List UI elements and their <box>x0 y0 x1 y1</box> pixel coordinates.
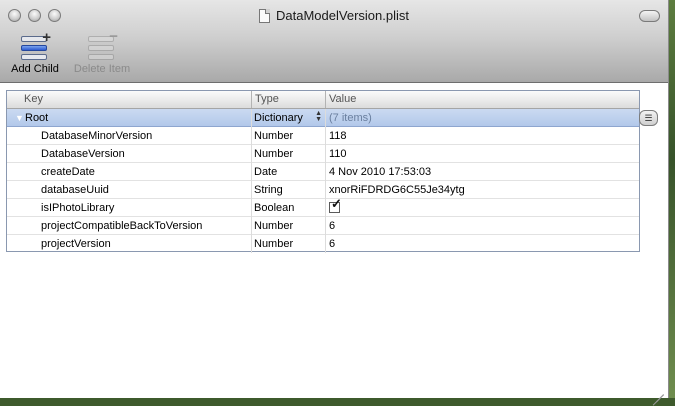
column-header-key[interactable]: Key <box>7 91 251 108</box>
table-row[interactable]: createDate Date 4 Nov 2010 17:53:03 <box>7 163 639 181</box>
row-type[interactable]: Date <box>251 163 325 181</box>
row-key[interactable]: projectVersion <box>7 235 251 253</box>
table-row[interactable]: projectCompatibleBackToVersion Number 6 <box>7 217 639 235</box>
row-type[interactable]: String <box>251 181 325 199</box>
boolean-checkbox[interactable]: ✓ <box>329 199 342 213</box>
add-child-button[interactable]: + Add Child <box>7 30 63 75</box>
up-down-stepper-icon: ▲ ▼ <box>315 110 322 123</box>
resize-grip-icon[interactable] <box>652 383 664 406</box>
toolbar-toggle-button[interactable] <box>639 10 660 22</box>
table-row[interactable]: isIPhotoLibrary Boolean ✓ <box>7 199 639 217</box>
plist-editor-window: DataModelVersion.plist + Add Child − Del… <box>0 0 669 406</box>
row-type[interactable]: Number <box>251 217 325 235</box>
window-title: DataModelVersion.plist <box>0 8 668 23</box>
row-type[interactable]: Number <box>251 127 325 145</box>
toolbar: DataModelVersion.plist + Add Child − Del… <box>0 0 668 83</box>
disclosure-triangle-down-icon[interactable]: ▼ <box>15 112 24 124</box>
row-key[interactable]: databaseUuid <box>7 181 251 199</box>
table-header: Key Type Value <box>7 91 639 109</box>
window-title-text: DataModelVersion.plist <box>276 8 409 23</box>
add-child-label: Add Child <box>11 63 59 75</box>
column-header-type[interactable]: Type <box>251 91 325 108</box>
checkmark-icon: ✓ <box>331 199 342 211</box>
row-type[interactable]: Boolean <box>251 199 325 217</box>
row-key[interactable]: DatabaseVersion <box>7 145 251 163</box>
delete-item-icon: − <box>88 29 118 60</box>
table-row[interactable]: DatabaseMinorVersion Number 118 <box>7 127 639 145</box>
row-value[interactable]: 110 <box>325 145 639 163</box>
row-value[interactable]: (7 items) <box>325 109 639 127</box>
row-type: Dictionary <box>254 112 303 124</box>
table-row-root[interactable]: ▼ Root Dictionary ▲ ▼ (7 items) <box>7 109 639 127</box>
row-key[interactable]: createDate <box>7 163 251 181</box>
row-value[interactable]: 118 <box>325 127 639 145</box>
row-value[interactable]: 6 <box>325 217 639 235</box>
table-row[interactable]: DatabaseVersion Number 110 <box>7 145 639 163</box>
row-type[interactable]: Number <box>251 235 325 253</box>
row-value: ✓ <box>325 199 639 217</box>
row-key[interactable]: isIPhotoLibrary <box>7 199 251 217</box>
row-key[interactable]: DatabaseMinorVersion <box>7 127 251 145</box>
column-header-value[interactable]: Value <box>325 91 639 108</box>
delete-item-button[interactable]: − Delete Item <box>70 29 134 75</box>
row-value[interactable]: 4 Nov 2010 17:53:03 <box>325 163 639 181</box>
plist-table: Key Type Value ▼ Root Dictionary ▲ ▼ (7 i… <box>6 90 640 253</box>
delete-item-label: Delete Item <box>73 63 131 75</box>
row-action-menu-icon[interactable]: ☰ <box>639 110 658 126</box>
document-icon <box>259 8 271 23</box>
row-type[interactable]: Number <box>251 145 325 163</box>
type-popup[interactable]: Dictionary ▲ ▼ <box>251 109 325 127</box>
table-row[interactable]: projectVersion Number 6 <box>7 235 639 253</box>
row-key: Root <box>25 112 49 124</box>
add-child-icon: + <box>21 30 51 60</box>
row-value[interactable]: 6 <box>325 235 639 253</box>
row-value[interactable]: xnorRiFDRDG6C55Je34ytg <box>325 181 639 199</box>
table-row[interactable]: databaseUuid String xnorRiFDRDG6C55Je34y… <box>7 181 639 199</box>
row-key[interactable]: projectCompatibleBackToVersion <box>7 217 251 235</box>
